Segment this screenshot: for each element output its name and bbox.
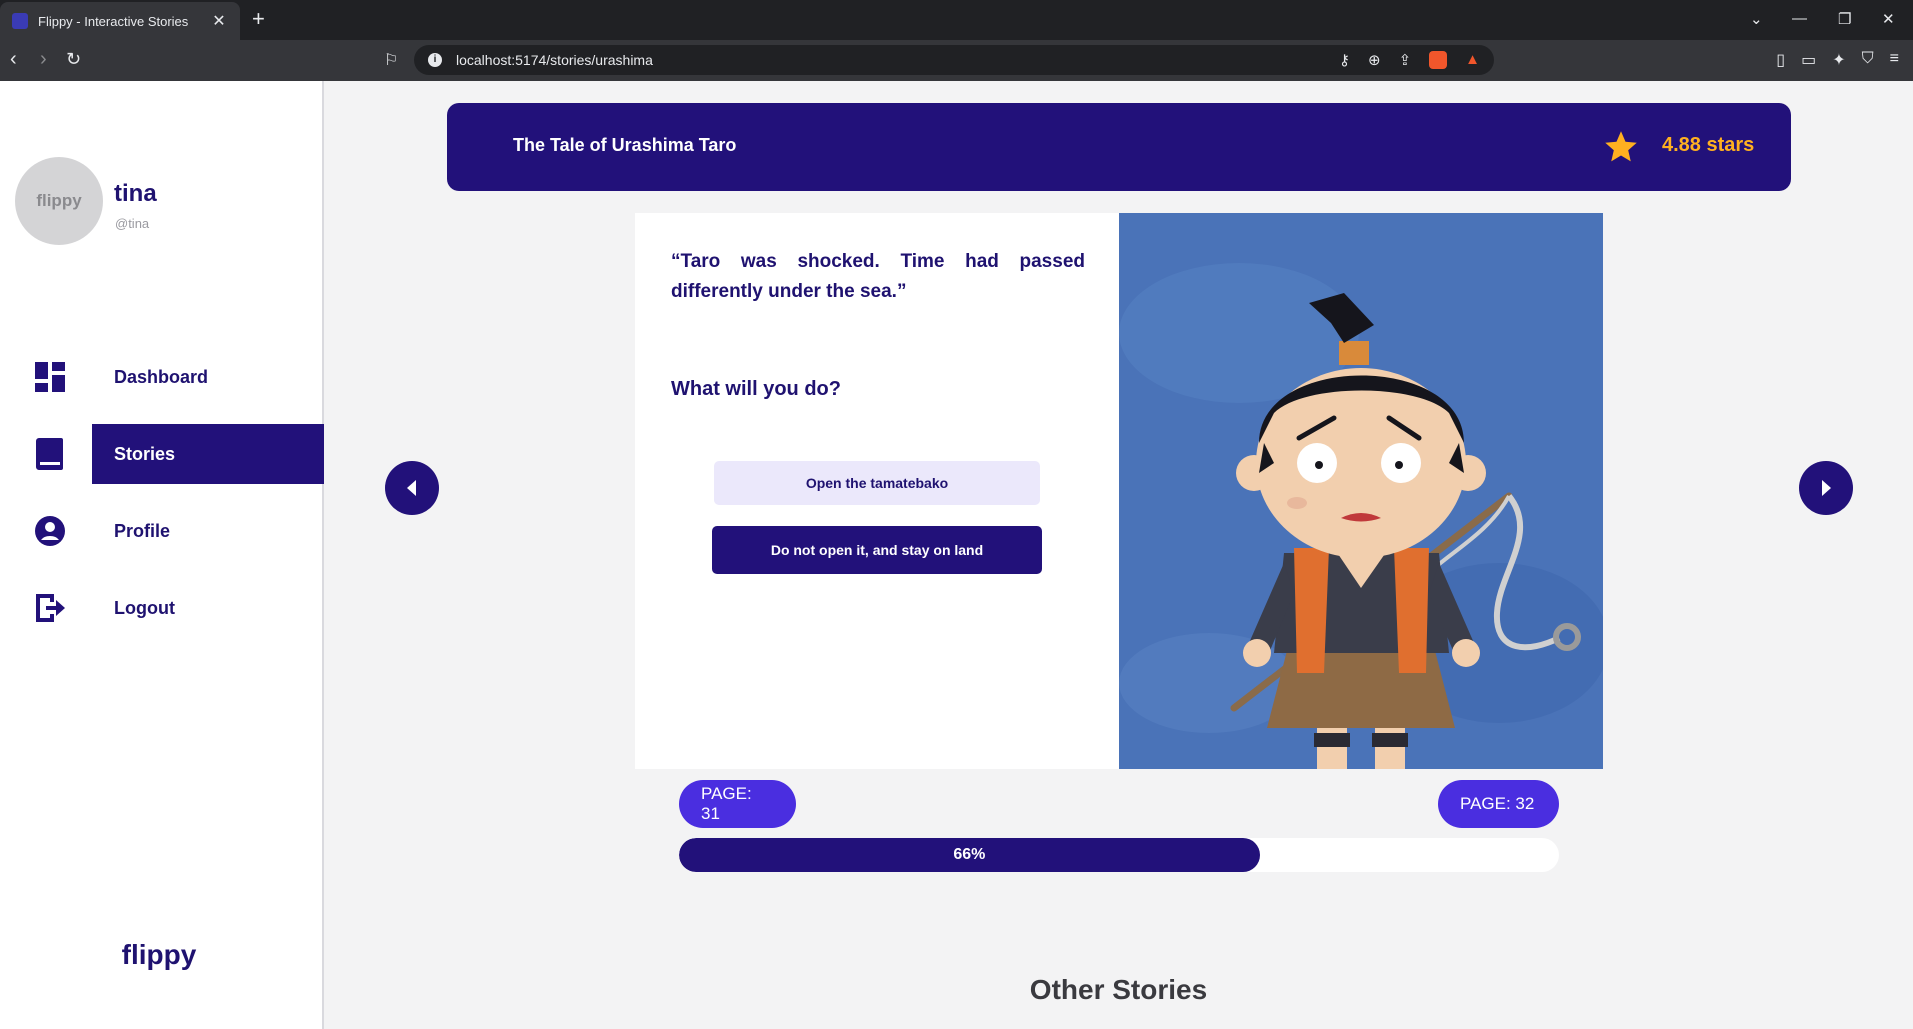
sidebar-item-logout[interactable]: Logout: [0, 578, 324, 638]
avatar: flippy: [15, 157, 103, 245]
sidebar-item-label: Logout: [114, 597, 175, 618]
previous-page-button[interactable]: [385, 461, 439, 515]
forward-icon[interactable]: ›: [40, 49, 47, 69]
chevron-left-icon: [407, 480, 416, 496]
tab-search-icon[interactable]: ⌄: [1750, 10, 1763, 28]
tab-title: Flippy - Interactive Stories: [38, 13, 189, 29]
wallet-icon[interactable]: ▭: [1801, 50, 1816, 70]
url-text[interactable]: localhost:5174/stories/urashima: [456, 52, 653, 68]
book-icon: [32, 436, 68, 472]
next-page-button[interactable]: [1799, 461, 1853, 515]
new-tab-button[interactable]: +: [252, 8, 265, 30]
favicon-icon: [12, 13, 28, 29]
menu-icon[interactable]: ≡: [1890, 50, 1899, 70]
zoom-icon[interactable]: ⊕: [1368, 51, 1381, 69]
address-bar-actions: ⚷ ⊕ ⇪ ▲: [1339, 51, 1480, 69]
story-text-page: “Taro was shocked. Time had passed diffe…: [635, 213, 1119, 769]
close-tab-icon[interactable]: ✕: [210, 11, 228, 31]
sidebar-item-dashboard[interactable]: Dashboard: [0, 347, 324, 407]
sidebar-item-label: Dashboard: [114, 366, 209, 387]
story-illustration: [1119, 213, 1603, 769]
share-icon[interactable]: ⇪: [1399, 51, 1412, 69]
leo-ai-icon[interactable]: ✦: [1832, 50, 1845, 70]
choice-prompt: What will you do?: [671, 378, 841, 400]
sidebar-toggle-icon[interactable]: ▯: [1776, 50, 1785, 70]
choice-stay-on-land-button[interactable]: Do not open it, and stay on land: [712, 526, 1042, 574]
sidebar-item-profile[interactable]: Profile: [0, 501, 324, 561]
user-handle: @tina: [115, 216, 150, 231]
story-progress-bar: 66%: [679, 838, 1559, 872]
story-header: The Tale of Urashima Taro 4.88 stars: [447, 103, 1791, 191]
reload-icon[interactable]: ↻: [66, 49, 81, 69]
star-icon: [1605, 131, 1637, 162]
browser-toolbar: ‹ › ↻ ⚐ i localhost:5174/stories/urashim…: [0, 40, 1913, 81]
chevron-right-icon: [1822, 480, 1831, 496]
story-book: “Taro was shocked. Time had passed diffe…: [635, 213, 1603, 769]
user-name: tina: [114, 180, 157, 207]
logout-icon: [32, 590, 68, 626]
story-passage: “Taro was shocked. Time had passed diffe…: [671, 251, 1085, 302]
story-rating: 4.88 stars: [1662, 134, 1755, 156]
story-title: The Tale of Urashima Taro: [513, 135, 737, 155]
browser-right-tools: ▯ ▭ ✦ ⛉ ≡: [1776, 50, 1899, 70]
sidebar-item-stories[interactable]: Stories: [0, 424, 324, 484]
sidebar-item-label: Stories: [114, 443, 176, 464]
vpn-icon[interactable]: ⛉: [1862, 50, 1874, 70]
bookmark-icon[interactable]: ⚐: [384, 50, 398, 70]
current-page-left-badge: PAGE: 31: [679, 780, 796, 828]
brave-shields-icon[interactable]: [1429, 51, 1448, 69]
account-icon: [32, 513, 68, 549]
back-icon[interactable]: ‹: [10, 49, 17, 69]
choice-open-tamatebako-button[interactable]: Open the tamatebako: [714, 461, 1040, 505]
browser-titlebar: Flippy - Interactive Stories ✕ + ⌄ — ❐ ✕: [0, 0, 1913, 40]
dashboard-icon: [32, 359, 68, 395]
brand-logo: flippy: [121, 939, 197, 970]
sidebar-item-label: Profile: [114, 520, 171, 541]
sidebar: flippy tina @tina Dashboard Stories Prof…: [0, 81, 324, 1029]
brave-rewards-icon[interactable]: ▲: [1465, 51, 1480, 69]
address-bar[interactable]: i localhost:5174/stories/urashima ⚷ ⊕ ⇪ …: [414, 45, 1494, 75]
current-page-right-badge: PAGE: 32: [1438, 780, 1559, 828]
password-key-icon[interactable]: ⚷: [1339, 51, 1350, 69]
urashima-taro-illustration: [1119, 213, 1603, 769]
browser-tab[interactable]: Flippy - Interactive Stories ✕: [0, 2, 240, 40]
other-stories-heading: Other Stories: [1029, 974, 1208, 1005]
site-info-icon[interactable]: i: [428, 53, 442, 67]
story-progress-label: 66%: [953, 846, 986, 863]
minimize-icon[interactable]: —: [1792, 10, 1807, 27]
close-window-icon[interactable]: ✕: [1882, 10, 1895, 28]
restore-icon[interactable]: ❐: [1838, 10, 1851, 28]
